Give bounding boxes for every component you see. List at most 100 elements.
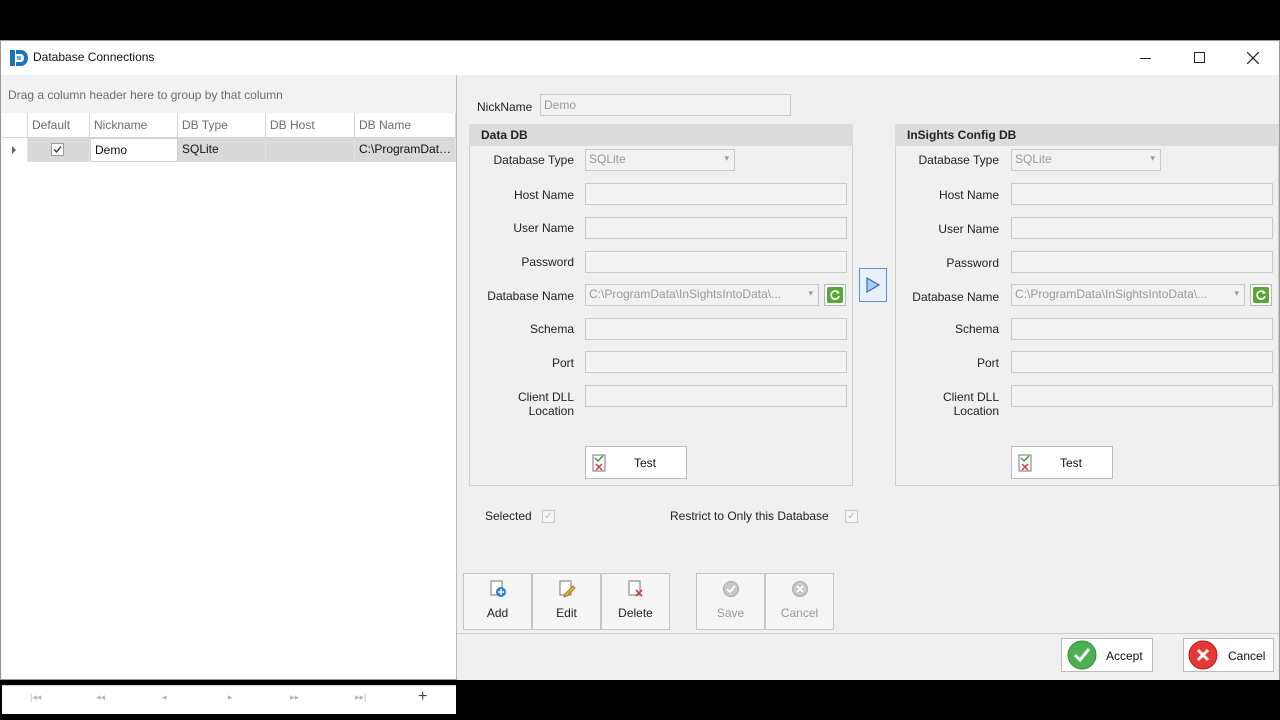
data-dll-input[interactable] (585, 385, 847, 407)
data-db-header: Data DB (469, 124, 853, 146)
config-user-input[interactable] (1011, 217, 1273, 239)
footer-cancel-button[interactable]: Cancel (1183, 638, 1274, 672)
data-host-input[interactable] (585, 183, 847, 205)
data-db-type-select[interactable]: SQLite ▾ (585, 149, 735, 171)
restrict-checkbox[interactable]: ✓ (845, 510, 858, 523)
config-db-type-select[interactable]: SQLite ▾ (1011, 149, 1161, 171)
config-db-name-select[interactable]: C:\ProgramData\InSightsIntoData\... ▾ (1011, 284, 1245, 306)
nav-add-icon[interactable]: + (418, 688, 427, 706)
accept-icon (1067, 640, 1097, 670)
close-button[interactable] (1230, 41, 1276, 75)
config-refresh-button[interactable] (1250, 284, 1272, 306)
close-icon (1247, 52, 1259, 64)
nav-last-icon[interactable]: ▸▸| (355, 692, 366, 703)
data-host-label: Host Name (513, 188, 574, 202)
footer-bar (457, 633, 1279, 680)
checkmark-icon (53, 146, 62, 153)
data-password-input[interactable] (585, 251, 847, 273)
data-password-label: Password (521, 255, 574, 269)
table-row-nickname-cell[interactable]: Demo (90, 138, 178, 162)
data-port-input[interactable] (585, 351, 847, 373)
table-row-default-cell[interactable] (28, 138, 90, 162)
nav-prev-page-icon[interactable]: ◂◂ (96, 692, 105, 703)
config-db-type-value: SQLite (1015, 152, 1052, 166)
maximize-button[interactable] (1177, 41, 1223, 75)
play-arrow-icon (866, 276, 881, 294)
accept-button[interactable]: Accept (1061, 638, 1153, 672)
selected-label: Selected (485, 509, 532, 523)
column-header-db-name[interactable]: DB Name (355, 113, 456, 138)
config-db-header: InSights Config DB (895, 124, 1279, 146)
nav-next-page-icon[interactable]: ▸▸ (290, 692, 299, 703)
data-schema-label: Schema (529, 322, 574, 336)
data-test-label: Test (634, 456, 657, 470)
save-button[interactable]: Save (696, 573, 765, 630)
data-db-type-label: Database Type (493, 153, 574, 167)
edit-label: Edit (556, 606, 577, 620)
config-db-type-label: Database Type (918, 153, 999, 167)
data-db-type-value: SQLite (589, 152, 626, 166)
column-header-db-host[interactable]: DB Host (266, 113, 355, 138)
test-icon (1018, 454, 1032, 472)
database-connections-window: Database Connections Drag a column heade… (0, 40, 1280, 714)
nickname-input[interactable]: Demo (540, 94, 791, 116)
connections-grid: Drag a column header here to group by th… (2, 75, 457, 714)
edit-icon (559, 580, 576, 598)
add-button[interactable]: Add (463, 573, 532, 630)
minimize-button[interactable] (1123, 41, 1169, 75)
config-host-input[interactable] (1011, 183, 1273, 205)
copy-to-config-button[interactable] (859, 268, 887, 302)
data-db-name-value: C:\ProgramData\InSightsIntoData\... (589, 287, 782, 301)
config-dll-input[interactable] (1011, 385, 1273, 407)
data-db-name-label: Database Name (487, 289, 574, 303)
nav-first-icon[interactable]: |◂◂ (30, 692, 41, 703)
data-user-input[interactable] (585, 217, 847, 239)
default-checkbox[interactable] (51, 143, 64, 156)
data-schema-input[interactable] (585, 318, 847, 340)
grid-navigator: |◂◂ ◂◂ ◂ ▸ ▸▸ ▸▸| + (2, 685, 456, 714)
restrict-label: Restrict to Only this Database (670, 509, 829, 523)
table-row-db-host-cell[interactable] (266, 138, 355, 162)
test-icon (592, 454, 606, 472)
toolbar-cancel-button[interactable]: Cancel (765, 573, 834, 630)
config-test-label: Test (1060, 456, 1083, 470)
row-indicator[interactable] (2, 138, 28, 162)
title-bar: Database Connections (1, 41, 1279, 75)
cancel-icon (792, 581, 808, 597)
row-indicator-header (2, 113, 28, 138)
add-label: Add (486, 606, 509, 620)
data-db-name-select[interactable]: C:\ProgramData\InSightsIntoData\... ▾ (585, 284, 819, 306)
column-header-default[interactable]: Default (28, 113, 90, 138)
delete-button[interactable]: Delete (601, 573, 670, 630)
delete-icon (628, 580, 643, 597)
chevron-down-icon: ▾ (808, 288, 813, 298)
nav-prev-icon[interactable]: ◂ (162, 692, 167, 703)
group-by-panel[interactable]: Drag a column header here to group by th… (2, 75, 456, 114)
refresh-icon (827, 287, 843, 303)
footer-cancel-label: Cancel (1228, 649, 1266, 663)
config-dll-label: Client DLL Location (942, 390, 999, 418)
minimize-icon (1140, 58, 1151, 59)
config-schema-label: Schema (954, 322, 999, 336)
table-row-db-name-cell[interactable]: C:\ProgramData\InSightsIntoData\... (355, 138, 456, 162)
accept-label: Accept (1106, 649, 1143, 663)
config-test-button[interactable]: Test (1011, 446, 1113, 479)
nav-next-icon[interactable]: ▸ (228, 692, 233, 703)
selected-checkbox[interactable]: ✓ (542, 510, 555, 523)
data-user-label: User Name (513, 221, 574, 235)
column-header-db-type[interactable]: DB Type (178, 113, 266, 138)
table-row-db-type-cell[interactable]: SQLite (178, 138, 266, 162)
edit-button[interactable]: Edit (532, 573, 601, 630)
config-port-input[interactable] (1011, 351, 1273, 373)
data-dll-label: Client DLL Location (517, 390, 574, 418)
config-password-input[interactable] (1011, 251, 1273, 273)
group-by-hint: Drag a column header here to group by th… (8, 88, 283, 102)
data-refresh-button[interactable] (824, 284, 846, 306)
config-schema-input[interactable] (1011, 318, 1273, 340)
row-pointer-icon (12, 146, 16, 154)
data-test-button[interactable]: Test (585, 446, 687, 479)
app-logo-icon (10, 50, 28, 66)
column-header-nickname[interactable]: Nickname (90, 113, 178, 138)
chevron-down-icon: ▾ (1234, 288, 1239, 298)
maximize-icon (1194, 52, 1205, 63)
